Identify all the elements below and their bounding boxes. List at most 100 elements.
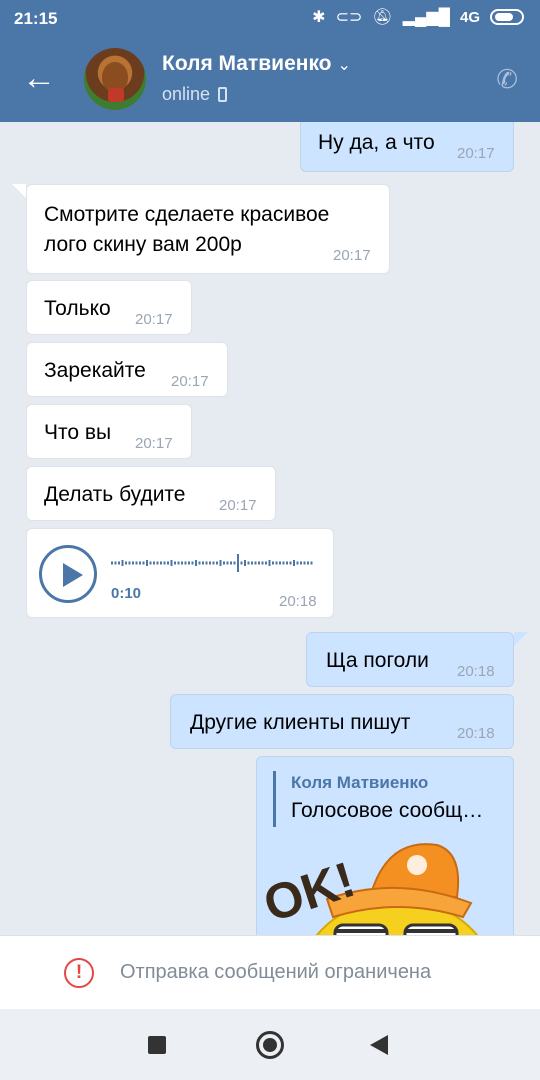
waveform-bar: [223, 561, 225, 565]
waveform-bar: [296, 561, 299, 565]
incoming-message[interactable]: Что вы 20:17: [26, 404, 192, 459]
waveform-bar: [251, 561, 253, 565]
system-back-button[interactable]: [370, 1035, 388, 1055]
message-text: Только: [44, 297, 111, 320]
message-list[interactable]: Ну да, а что 20:17 Смотрите сделаете кра…: [0, 122, 540, 935]
voice-message[interactable]: 0:10 20:18: [26, 528, 334, 618]
waveform-bar: [135, 561, 138, 565]
waveform-bar: [247, 561, 250, 565]
waveform-bar: [286, 561, 288, 565]
waveform-bar: [254, 561, 257, 565]
message-time: 20:17: [171, 373, 209, 390]
ok-sticker[interactable]: OK!: [257, 839, 513, 935]
mobile-icon: [218, 87, 228, 102]
message-text: Делать будите: [44, 483, 186, 506]
message-time: 20:17: [135, 435, 173, 452]
voice-duration: 0:10: [111, 585, 142, 602]
chevron-down-icon: ⌄: [337, 57, 351, 74]
waveform-bar: [202, 561, 204, 565]
waveform-bar: [132, 561, 134, 565]
waveform-bar: [230, 561, 232, 565]
message-text-line-1: Смотрите сделаете красивое: [44, 203, 330, 226]
waveform-bar: [111, 561, 113, 565]
waveform-bar: [125, 561, 127, 565]
waveform-bar: [121, 560, 124, 566]
waveform[interactable]: [111, 553, 315, 573]
waveform-bar: [163, 561, 166, 565]
waveform-bar: [205, 561, 208, 565]
waveform-bar: [177, 561, 180, 565]
chat-header: ← Коля Матвиенко ⌄ online ✆: [0, 38, 540, 122]
avatar[interactable]: [84, 48, 146, 110]
waveform-bar: [181, 561, 183, 565]
message-text: Зарекайте: [44, 359, 146, 382]
battery-icon: [490, 9, 524, 25]
play-button[interactable]: [39, 545, 97, 603]
message-time: 20:17: [135, 311, 173, 328]
waveform-bar: [282, 561, 285, 565]
input-restricted-bar: ! Отправка сообщений ограничена: [0, 935, 540, 1009]
waveform-bar: [289, 561, 292, 565]
contact-name: Коля Матвиенко: [162, 52, 332, 75]
waveform-bar: [240, 561, 243, 565]
waveform-bar: [191, 561, 194, 565]
waveform-bar: [279, 561, 281, 565]
waveform-bar: [261, 561, 264, 565]
waveform-bar: [188, 561, 190, 565]
waveform-bar: [233, 561, 236, 565]
waveform-bar: [114, 561, 117, 565]
waveform-bar: [118, 561, 120, 565]
outgoing-message[interactable]: Ща поголи 20:18: [306, 632, 514, 687]
waveform-bar: [275, 561, 278, 565]
contact-name-button[interactable]: Коля Матвиенко ⌄: [162, 52, 351, 76]
clock: 21:15: [14, 9, 58, 28]
bluetooth-icon: ✱: [312, 9, 326, 26]
phone-icon[interactable]: ✆: [496, 64, 518, 95]
bubble-tail: [12, 184, 26, 198]
back-arrow-icon[interactable]: ←: [22, 58, 62, 98]
bubble-tail: [514, 632, 528, 646]
waveform-bar: [303, 561, 306, 565]
waveform-bar: [219, 560, 222, 566]
home-button[interactable]: [256, 1031, 284, 1059]
incoming-message[interactable]: Делать будите 20:17: [26, 466, 276, 521]
forward-author[interactable]: Коля Матвиенко: [291, 773, 428, 793]
waveform-bar: [156, 561, 159, 565]
waveform-bar: [146, 560, 148, 566]
outgoing-message[interactable]: Другие клиенты пишут 20:18: [170, 694, 514, 749]
waveform-bar: [272, 561, 274, 565]
signal-icon: ▂▄▆█: [402, 9, 450, 26]
waveform-bar: [300, 561, 302, 565]
forwarded-message[interactable]: Коля Матвиенко Голосовое сообщ… OK!: [256, 756, 514, 935]
message-time: 20:18: [457, 663, 495, 680]
outgoing-message[interactable]: Ну да, а что 20:17: [300, 122, 514, 172]
waveform-bar: [212, 561, 215, 565]
waveform-bar: [268, 560, 271, 566]
message-text: Другие клиенты пишут: [190, 711, 411, 734]
waveform-bar: [174, 561, 176, 565]
presence-status: online: [162, 84, 228, 105]
recents-button[interactable]: [148, 1036, 166, 1054]
waveform-bar: [258, 561, 260, 565]
waveform-bar: [153, 561, 155, 565]
waveform-bar: [216, 561, 218, 565]
system-nav-bar: [0, 1009, 540, 1080]
waveform-bar: [310, 561, 313, 565]
message-text: Ща поголи: [326, 649, 429, 672]
waveform-bar: [195, 560, 197, 566]
waveform-bar: [160, 561, 162, 565]
waveform-bar: [142, 561, 145, 565]
waveform-bar: [184, 561, 187, 565]
waveform-bar: [226, 561, 229, 565]
incoming-message[interactable]: Смотрите сделаете красивое лого скину ва…: [26, 184, 390, 274]
message-text-line-2: лого скину вам 200р: [44, 233, 242, 256]
incoming-message[interactable]: Зарекайте 20:17: [26, 342, 228, 397]
message-time: 20:18: [279, 593, 317, 610]
waveform-bar: [170, 560, 173, 566]
forward-indicator: [273, 771, 276, 827]
forward-text: Голосовое сообщ…: [291, 799, 484, 822]
message-time: 20:17: [457, 145, 495, 162]
incoming-message[interactable]: Только 20:17: [26, 280, 192, 335]
waveform-bar: [307, 561, 309, 565]
message-text: Что вы: [44, 421, 112, 444]
